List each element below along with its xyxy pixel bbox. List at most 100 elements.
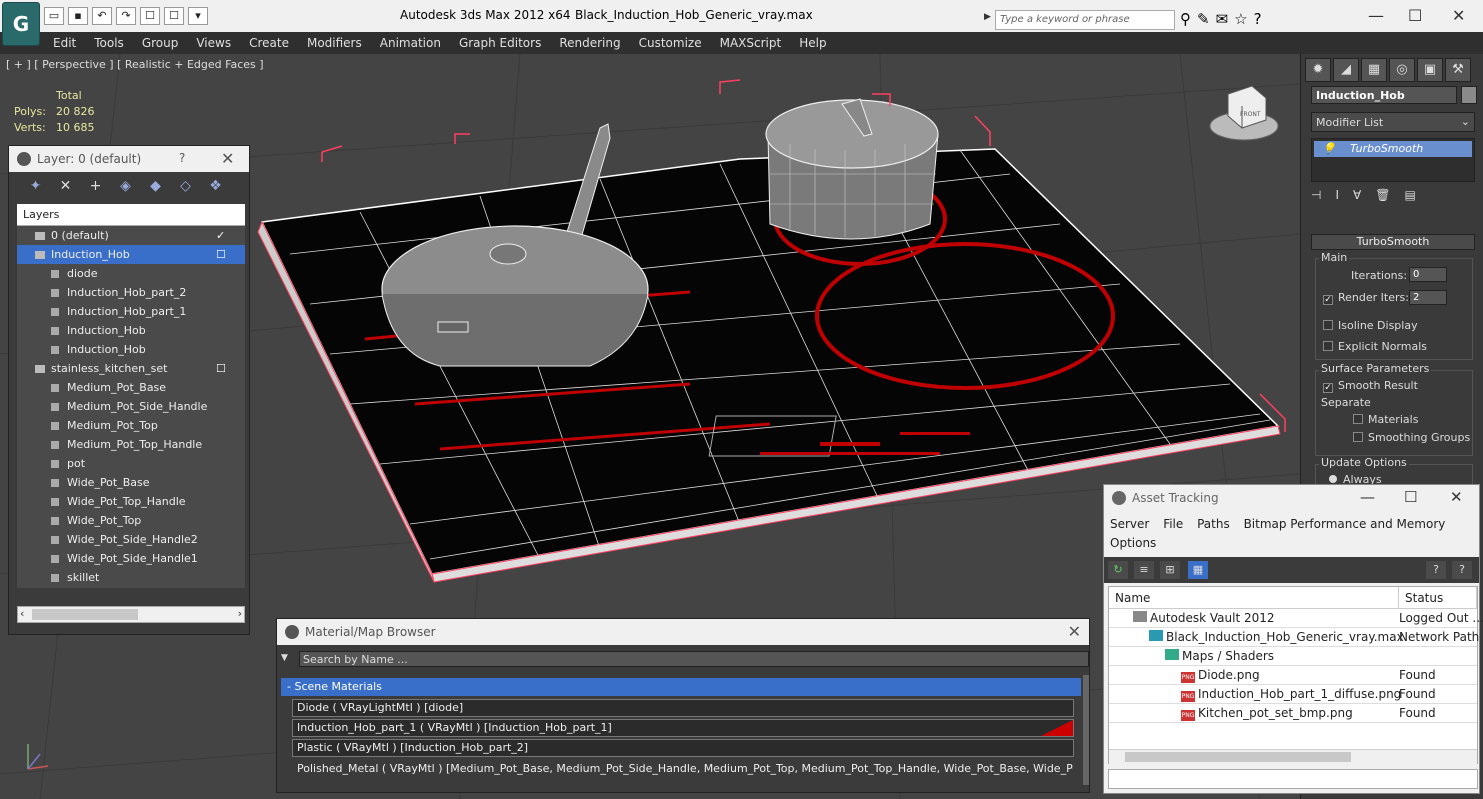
layers-column-header[interactable]: Layers <box>17 204 245 226</box>
close-icon[interactable]: ✕ <box>221 149 234 168</box>
menu-graph-editors[interactable]: Graph Editors <box>450 32 550 54</box>
display-tab-icon[interactable]: ▣ <box>1417 58 1443 82</box>
redo-icon[interactable]: ↷ <box>116 7 136 25</box>
communication-icon[interactable]: ✉ <box>1216 10 1229 28</box>
menu-options[interactable]: Options <box>1110 536 1156 550</box>
tools-icon[interactable]: ✎ <box>1197 10 1210 28</box>
layer-object-row[interactable]: Induction_Hob_part_2 <box>17 283 245 302</box>
menu-create[interactable]: Create <box>240 32 298 54</box>
layer-row[interactable]: 0 (default) ✓ <box>17 226 245 245</box>
layer-object-row[interactable]: Wide_Pot_Side_Handle1 <box>17 549 245 568</box>
always-radio[interactable] <box>1329 475 1337 483</box>
menu-tools[interactable]: Tools <box>85 32 133 54</box>
undo-icon[interactable]: ↶ <box>92 7 112 25</box>
menu-server[interactable]: Server <box>1110 517 1149 531</box>
isoline-checkbox[interactable] <box>1323 320 1333 330</box>
help-icon[interactable]: ? <box>1426 561 1446 579</box>
save-file-icon[interactable]: ▪ <box>68 7 88 25</box>
search-expand-icon[interactable]: ▶ <box>984 12 991 22</box>
table-row[interactable]: PNG Diode.png Found <box>1109 666 1477 685</box>
layer-object-row[interactable]: diode <box>17 264 245 283</box>
remove-modifier-icon[interactable]: 🗑 <box>1375 188 1390 202</box>
scroll-thumb[interactable] <box>32 609 138 620</box>
open-file-icon[interactable]: ▭ <box>44 7 64 25</box>
render-iters-spinner[interactable]: 2 <box>1409 290 1447 305</box>
create-layer-icon[interactable]: ✦ <box>25 178 46 204</box>
configure-sets-icon[interactable]: ▤ <box>1404 188 1415 202</box>
layer-window-titlebar[interactable]: Layer: 0 (default) ? ✕ <box>9 146 249 172</box>
object-color-swatch[interactable] <box>1461 86 1477 104</box>
lightbulb-icon[interactable]: 💡 <box>1322 142 1336 155</box>
set-current-layer-icon[interactable]: ◇ <box>175 178 196 204</box>
menu-paths[interactable]: Paths <box>1197 517 1230 531</box>
layer-object-row[interactable]: Induction_Hob <box>17 340 245 359</box>
close-icon[interactable]: ✕ <box>1452 6 1465 25</box>
table-view-icon[interactable]: ▦ <box>1188 561 1208 579</box>
menu-file[interactable]: File <box>1163 517 1183 531</box>
layer-object-row[interactable]: Medium_Pot_Top_Handle <box>17 435 245 454</box>
close-icon[interactable]: ✕ <box>1450 488 1463 506</box>
pin-stack-icon[interactable]: ⊣ <box>1311 188 1321 202</box>
help-query-icon[interactable]: ? <box>1452 561 1472 579</box>
menu-animation[interactable]: Animation <box>371 32 450 54</box>
status-column-header[interactable]: Status <box>1399 587 1477 609</box>
close-icon[interactable]: ✕ <box>1068 622 1081 641</box>
table-row[interactable]: Maps / Shaders <box>1109 647 1477 666</box>
hold-icon[interactable]: ☐ <box>140 7 160 25</box>
table-row[interactable]: PNG Induction_Hob_part_1_diffuse.png Found <box>1109 685 1477 704</box>
layer-object-row[interactable]: Medium_Pot_Side_Handle <box>17 397 245 416</box>
table-row[interactable]: Autodesk Vault 2012 Logged Out ... <box>1109 609 1483 628</box>
material-search-input[interactable]: Search by Name ... <box>299 651 1089 667</box>
set-current-box-icon[interactable]: ☐ <box>216 359 226 378</box>
materials-checkbox[interactable] <box>1353 414 1363 424</box>
select-layer-icon[interactable]: ◆ <box>145 178 166 204</box>
menu-rendering[interactable]: Rendering <box>550 32 629 54</box>
name-column-header[interactable]: Name <box>1109 587 1399 609</box>
table-row[interactable]: PNG Kitchen_pot_set_bmp.png Found <box>1109 704 1477 723</box>
menu-customize[interactable]: Customize <box>630 32 711 54</box>
menu-views[interactable]: Views <box>187 32 240 54</box>
explicit-normals-checkbox[interactable] <box>1323 341 1333 351</box>
fetch-icon[interactable]: ☐ <box>164 7 184 25</box>
menu-help[interactable]: Help <box>790 32 835 54</box>
set-current-box-icon[interactable]: ☐ <box>216 245 226 264</box>
turbosmooth-rollout-header[interactable]: TurboSmooth <box>1311 234 1475 250</box>
material-browser-titlebar[interactable]: Material/Map Browser ✕ <box>277 619 1089 645</box>
scroll-left-icon[interactable]: ‹ <box>20 607 24 620</box>
iterations-spinner[interactable]: 0 <box>1409 267 1447 282</box>
material-vertical-scrollbar[interactable] <box>1083 675 1089 785</box>
binoculars-icon[interactable]: ⚲ <box>1180 10 1191 28</box>
layer-object-row[interactable]: Medium_Pot_Base <box>17 378 245 397</box>
stack-item-turbosmooth[interactable]: 💡 TurboSmooth <box>1314 141 1472 157</box>
object-name-field[interactable]: Induction_Hob <box>1311 86 1457 104</box>
layer-row[interactable]: Induction_Hob ☐ <box>17 245 245 264</box>
hierarchy-tab-icon[interactable]: ▦ <box>1361 58 1387 82</box>
help-icon[interactable]: ? <box>1254 10 1262 28</box>
modifier-list-dropdown[interactable]: Modifier List ⌄ <box>1311 112 1475 132</box>
motion-tab-icon[interactable]: ◎ <box>1389 58 1415 82</box>
layer-object-row[interactable]: skillet <box>17 568 245 587</box>
hide-all-icon[interactable]: ❖ <box>205 178 226 204</box>
smoothing-groups-checkbox[interactable] <box>1353 432 1363 442</box>
layer-object-row[interactable]: Induction_Hob_part_1 <box>17 302 245 321</box>
maximize-icon[interactable]: ☐ <box>1408 6 1422 25</box>
options-dropdown-icon[interactable]: ▼ <box>281 653 288 663</box>
layer-object-row[interactable]: Wide_Pot_Base <box>17 473 245 492</box>
layer-object-row[interactable]: Wide_Pot_Top <box>17 511 245 530</box>
make-unique-icon[interactable]: ∀ <box>1353 188 1361 202</box>
render-iters-checkbox[interactable]: ✓ <box>1323 295 1333 305</box>
viewport-label[interactable]: [ + ] [ Perspective ] [ Realistic + Edge… <box>6 58 264 71</box>
material-row[interactable]: Plastic ( VRayMtl ) [Induction_Hob_part_… <box>292 739 1074 757</box>
table-row[interactable]: Black_Induction_Hob_Generic_vray.max Netw… <box>1109 628 1479 647</box>
scene-materials-section[interactable]: - Scene Materials <box>281 678 1081 696</box>
app-logo-icon[interactable]: G <box>2 2 40 46</box>
qa-dropdown-icon[interactable]: ▾ <box>188 7 208 25</box>
scroll-thumb[interactable] <box>1125 752 1351 762</box>
layer-object-row[interactable]: Wide_Pot_Side_Handle2 <box>17 530 245 549</box>
menu-maxscript[interactable]: MAXScript <box>711 32 791 54</box>
tree-view-icon[interactable]: ⊞ <box>1160 561 1180 579</box>
modify-tab-icon[interactable]: ◢ <box>1333 58 1359 82</box>
help-icon[interactable]: ? <box>179 151 185 165</box>
smooth-result-checkbox[interactable]: ✓ <box>1323 383 1333 393</box>
menu-bitmap-performance[interactable]: Bitmap Performance and Memory <box>1244 517 1446 531</box>
